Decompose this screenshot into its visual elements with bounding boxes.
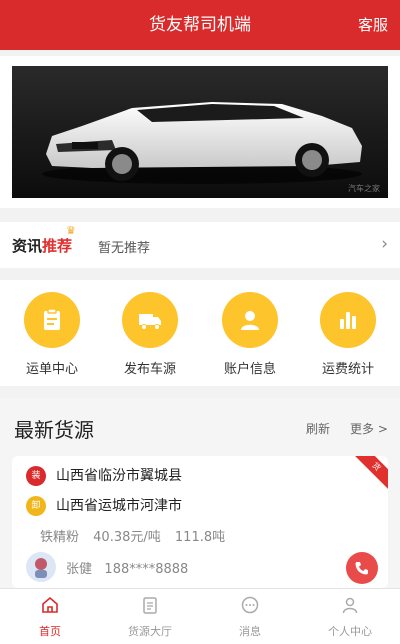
goods-name: 铁精粉 bbox=[40, 530, 80, 545]
cargo-type-badge: 货 bbox=[349, 456, 388, 494]
quick-actions: 运单中心 发布车源 账户信息 运费统计 bbox=[0, 280, 400, 386]
bar-chart-icon bbox=[320, 292, 376, 348]
banner-image[interactable]: 汽车之家 bbox=[12, 66, 388, 198]
news-logo-hot: 推荐 bbox=[42, 237, 73, 255]
quick-item-waybill-center[interactable]: 运单中心 bbox=[12, 292, 92, 377]
person-icon bbox=[342, 597, 358, 614]
quick-item-account-info[interactable]: 账户信息 bbox=[210, 292, 290, 377]
tab-label: 个人中心 bbox=[328, 625, 372, 638]
cargo-card[interactable]: 货 装 山西省临汾市翼城县 卸 山西省运城市河津市 铁精粉 40.38元/吨 1… bbox=[12, 456, 388, 588]
tab-home[interactable]: 首页 bbox=[0, 589, 100, 644]
news-bar[interactable]: 资讯推荐 ♛ 暂无推荐 › bbox=[0, 222, 400, 268]
call-button[interactable] bbox=[346, 552, 378, 584]
tab-label: 首页 bbox=[39, 625, 61, 638]
contact-name: 张健 bbox=[66, 562, 93, 577]
news-logo-main: 资讯 bbox=[12, 237, 43, 255]
news-text: 暂无推荐 bbox=[98, 241, 151, 256]
more-button[interactable]: 更多 > bbox=[350, 420, 388, 437]
home-icon bbox=[42, 596, 58, 613]
unload-address: 山西省运城市河津市 bbox=[56, 498, 182, 514]
car-illustration bbox=[12, 66, 388, 198]
quick-label: 运单中心 bbox=[25, 362, 78, 377]
user-icon bbox=[222, 292, 278, 348]
quick-item-publish-vehicle[interactable]: 发布车源 bbox=[110, 292, 190, 377]
chat-icon bbox=[241, 596, 259, 614]
banner-container: 汽车之家 bbox=[0, 56, 400, 208]
tab-cargo-hall[interactable]: 货源大厅 bbox=[100, 589, 200, 644]
clipboard-icon bbox=[24, 292, 80, 348]
refresh-button[interactable]: 刷新 bbox=[306, 420, 330, 437]
tab-profile[interactable]: 个人中心 bbox=[300, 589, 400, 644]
banner-caption: 汽车之家 bbox=[348, 184, 380, 193]
load-tag: 装 bbox=[26, 466, 46, 486]
contact-phone: 188****8888 bbox=[104, 562, 189, 577]
goods-info: 铁精粉 40.38元/吨 111.8吨 bbox=[40, 526, 235, 545]
crown-icon: ♛ bbox=[66, 224, 76, 237]
avatar bbox=[26, 552, 56, 582]
truck-icon bbox=[122, 292, 178, 348]
load-address: 山西省临汾市翼城县 bbox=[56, 468, 182, 484]
unload-tag: 卸 bbox=[26, 496, 46, 516]
page-title: 货友帮司机端 bbox=[149, 15, 251, 35]
tab-label: 消息 bbox=[239, 625, 261, 638]
tab-messages[interactable]: 消息 bbox=[200, 589, 300, 644]
news-logo: 资讯推荐 bbox=[12, 235, 72, 256]
goods-weight: 111.8吨 bbox=[174, 530, 226, 545]
top-bar: 货友帮司机端 客服 bbox=[0, 0, 400, 50]
document-icon bbox=[143, 597, 157, 614]
quick-label: 运费统计 bbox=[321, 362, 374, 377]
section-title: 最新货源 bbox=[14, 418, 94, 442]
quick-label: 发布车源 bbox=[123, 362, 176, 377]
goods-price: 40.38元/吨 bbox=[93, 530, 161, 545]
bottom-tab-bar: 首页 货源大厅 消息 个人中心 bbox=[0, 588, 400, 644]
customer-service-button[interactable]: 客服 bbox=[358, 0, 388, 50]
contact-info: 张健 188****8888 bbox=[66, 558, 188, 577]
quick-label: 账户信息 bbox=[223, 362, 276, 377]
tab-label: 货源大厅 bbox=[128, 625, 172, 638]
quick-item-freight-stats[interactable]: 运费统计 bbox=[308, 292, 388, 377]
chevron-right-icon[interactable]: › bbox=[381, 234, 388, 254]
phone-icon bbox=[355, 562, 368, 575]
